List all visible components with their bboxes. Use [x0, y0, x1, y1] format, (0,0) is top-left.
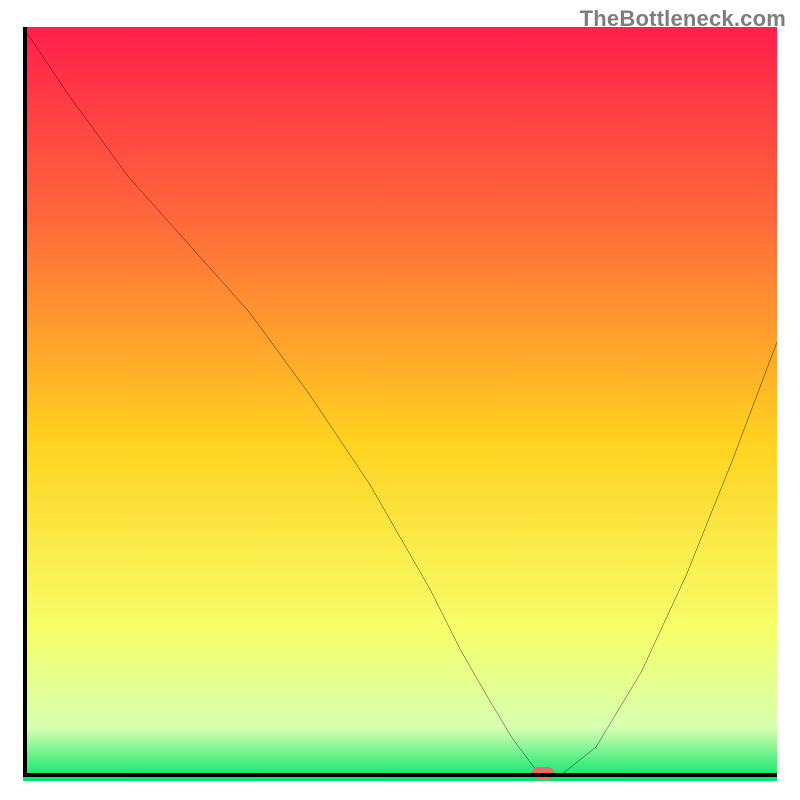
y-axis: [23, 27, 27, 777]
x-axis: [23, 773, 777, 777]
chart-plot-area: [23, 27, 777, 777]
bottleneck-curve: [23, 27, 777, 777]
